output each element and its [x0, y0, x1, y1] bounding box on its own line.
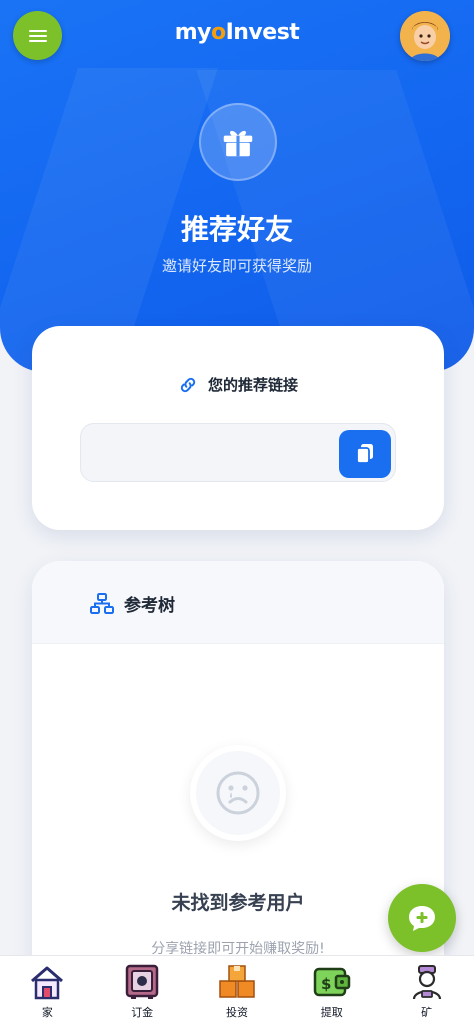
link-icon: [180, 377, 196, 392]
nav-item-deposit[interactable]: 订金: [95, 956, 190, 1024]
chat-support-button[interactable]: [388, 884, 456, 952]
boxes-icon: [217, 962, 257, 1002]
nav-item-home[interactable]: 家: [0, 956, 95, 1024]
gift-icon: [223, 130, 253, 157]
empty-state-badge: [190, 745, 286, 841]
nav-label-withdraw: 提取: [320, 1006, 343, 1019]
copy-link-button[interactable]: [339, 430, 391, 478]
logo-coin: o: [210, 20, 226, 45]
gift-badge: [199, 103, 277, 181]
home-icon: [27, 962, 67, 1002]
chat-plus-icon: [409, 906, 435, 931]
referral-link-field: [80, 423, 396, 482]
nav-item-invest[interactable]: 投资: [190, 956, 285, 1024]
hero-banner: 推荐好友 邀请好友即可获得奖励: [0, 0, 474, 372]
sitemap-icon: [90, 592, 114, 614]
bottom-navigation: 家 订金 投资 $ 提取 矿: [0, 955, 474, 1024]
nav-item-mine[interactable]: 矿: [379, 956, 474, 1024]
reference-tree-header: 参考树: [32, 561, 444, 644]
avatar[interactable]: [400, 11, 450, 61]
nav-label-invest: 投资: [225, 1006, 248, 1019]
copy-icon: [356, 444, 373, 464]
referral-link-heading: 您的推荐链接: [32, 374, 444, 395]
empty-state-title: 未找到参考用户: [171, 892, 305, 914]
nav-label-mine: 矿: [421, 1006, 433, 1019]
referral-link-title: 您的推荐链接: [207, 376, 298, 394]
sad-face-icon: [216, 771, 260, 815]
nav-item-withdraw[interactable]: $ 提取: [284, 956, 379, 1024]
page-subtitle: 邀请好友即可获得奖励: [161, 257, 312, 275]
page-title: 推荐好友: [180, 213, 293, 246]
user-avatar-icon: [400, 11, 450, 61]
reference-tree-title: 参考树: [124, 596, 175, 616]
miner-icon: [407, 962, 447, 1002]
safe-icon: [122, 962, 162, 1002]
nav-label-home: 家: [41, 1006, 53, 1019]
nav-label-deposit: 订金: [131, 1006, 154, 1019]
wallet-icon: $: [312, 962, 352, 1002]
referral-link-input[interactable]: [93, 436, 333, 470]
svg-text:$: $: [321, 975, 331, 993]
referral-link-card: 您的推荐链接: [32, 326, 444, 530]
reference-tree-heading: 参考树: [90, 591, 175, 616]
